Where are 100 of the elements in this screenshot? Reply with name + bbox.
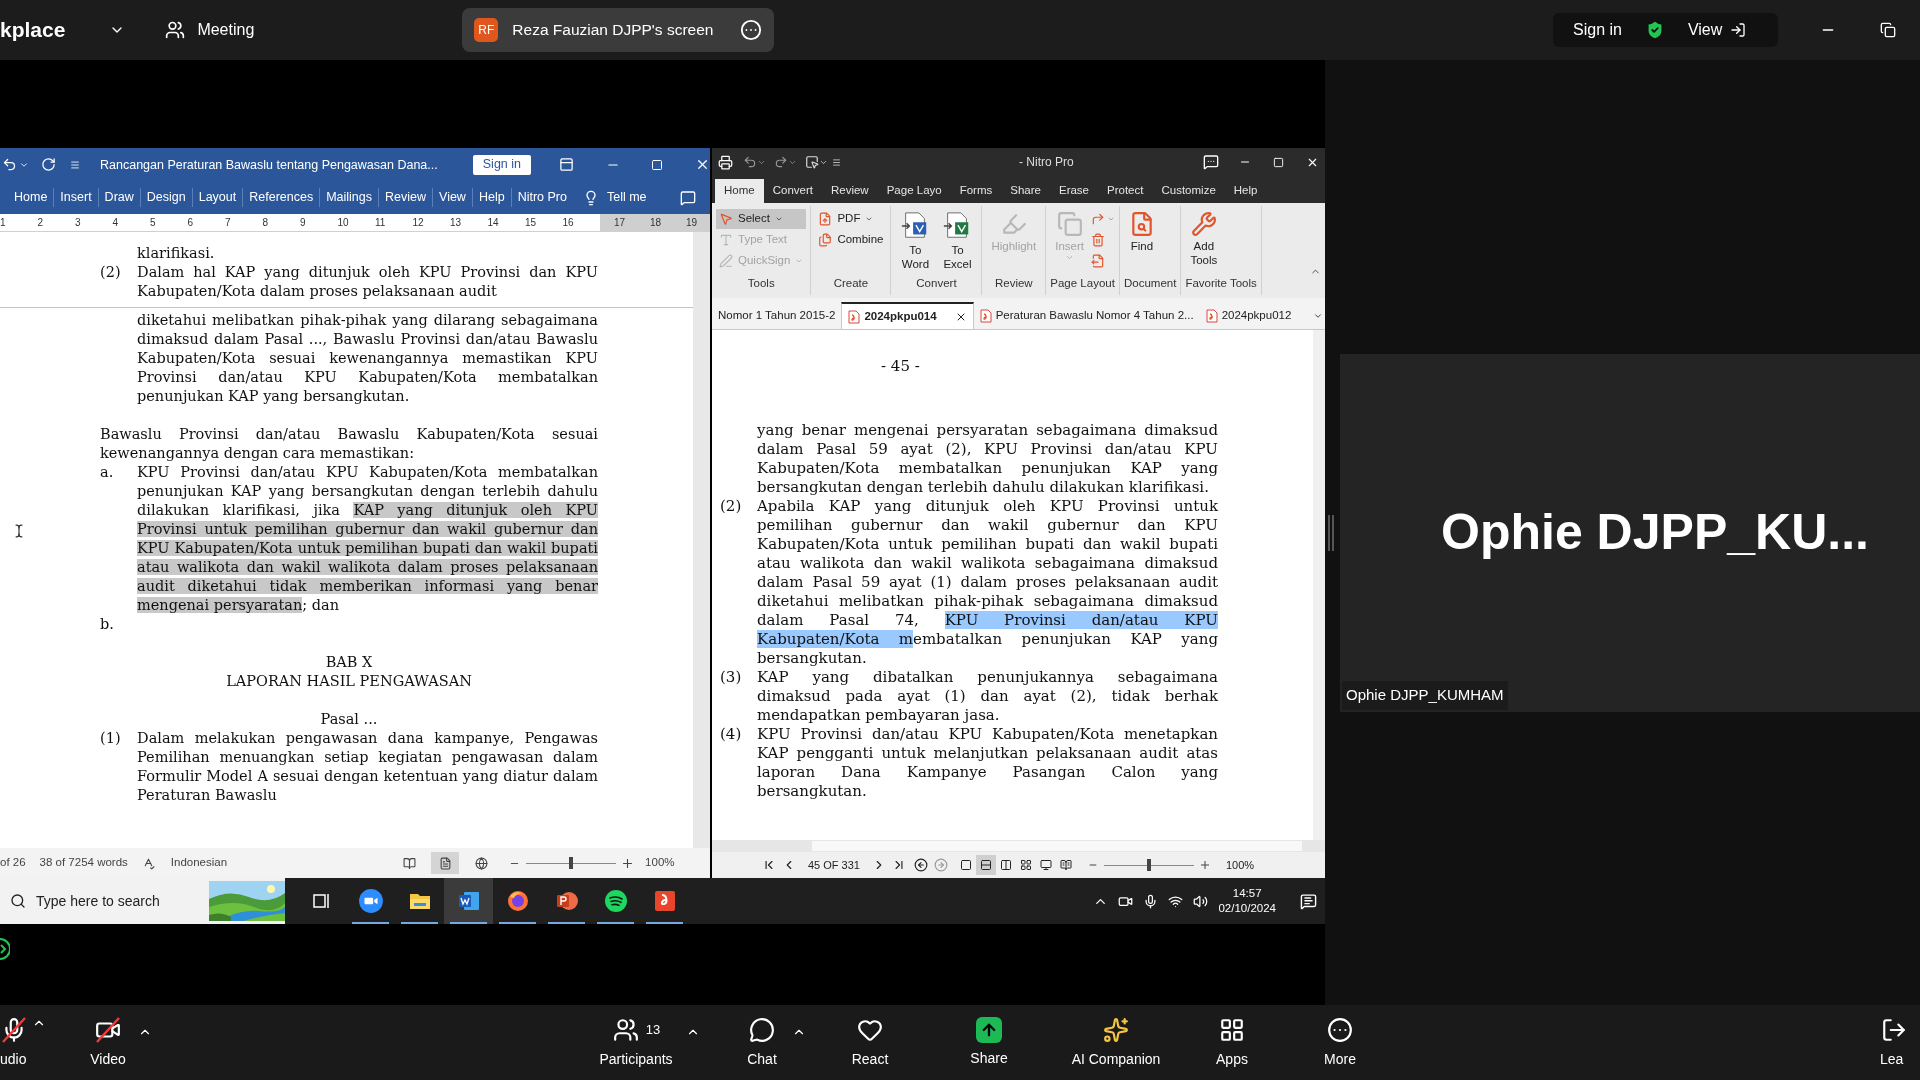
toolbar-button[interactable]: Video <box>82 1015 134 1070</box>
resize-handle[interactable] <box>1328 514 1334 551</box>
maximize-icon[interactable] <box>1273 156 1284 168</box>
clock-time[interactable]: 14:57 <box>1232 886 1262 901</box>
toolbar-button[interactable]: udio <box>0 1015 28 1070</box>
ribbon-tab[interactable]: Draw <box>98 188 140 207</box>
restore-icon[interactable] <box>1880 22 1896 38</box>
ribbon-tab[interactable]: Help <box>472 188 511 207</box>
zoom-in-icon[interactable] <box>622 857 634 869</box>
toolbar-button[interactable]: 13 Participants <box>590 1015 682 1070</box>
toolbar-button[interactable]: Chat <box>736 1015 788 1070</box>
tab-list-icon[interactable] <box>1313 311 1323 321</box>
tell-me-link[interactable]: Tell me <box>606 188 647 207</box>
ruler-number: 5 <box>150 217 156 228</box>
toolbar-button[interactable]: React <box>835 1015 905 1070</box>
close-icon[interactable] <box>695 157 710 172</box>
zoom-percent[interactable]: 100% <box>645 854 675 872</box>
ribbon-tab[interactable]: Review <box>821 179 878 203</box>
microphone-icon[interactable] <box>1143 893 1159 909</box>
sign-in-link[interactable]: Sign in <box>1573 18 1622 42</box>
ribbon-tab[interactable]: Review <box>379 188 433 207</box>
zoom-percent[interactable]: 100% <box>1226 856 1255 874</box>
back-icon[interactable] <box>914 858 928 872</box>
first-page-icon[interactable] <box>762 858 776 872</box>
comments-icon[interactable] <box>680 189 696 206</box>
slider-thumb[interactable] <box>1147 859 1151 871</box>
zoom-slider[interactable] <box>526 857 617 869</box>
maximize-icon[interactable] <box>651 158 663 171</box>
list-marker: (1) <box>100 729 122 748</box>
people-icon[interactable] <box>165 20 186 40</box>
view-icon[interactable] <box>1730 22 1747 38</box>
zoom-slider[interactable] <box>1104 859 1194 871</box>
printer-icon[interactable] <box>718 154 733 170</box>
ribbon-tab[interactable]: References <box>243 188 320 207</box>
ribbon-tab[interactable]: Design <box>140 188 192 207</box>
document-tab[interactable]: Nomor 1 Tahun 2015-2 <box>712 302 842 329</box>
ribbon-tab[interactable]: Share <box>1001 179 1050 203</box>
select-icon[interactable] <box>805 155 819 169</box>
page-indicator[interactable]: 45 OF 331 <box>808 856 860 874</box>
ribbon-button[interactable]: Combine <box>815 230 887 250</box>
last-page-icon[interactable] <box>892 858 906 872</box>
ribbon-tab[interactable]: Page Layo <box>877 179 951 203</box>
redo-icon[interactable] <box>774 155 788 169</box>
ribbon-button[interactable]: Add Tools <box>1185 209 1223 267</box>
ribbon-tab[interactable]: Protect <box>1098 179 1153 203</box>
list-item-text: Apabila KAP yang ditunjuk oleh KPU Provinsi untuk pemilihan gubernur dan wakil gubernur dan KPU Kabupaten/Kota untuk pemilihan bupati dan wakil bupati atau walikota dan wakil walikota sebagaimana dimaksud dalam Pasal 59 ayat (1) dalam proses pelaksanaan audit diketahui melibatkan pihak-pihak sebagaimana dimaksud dalam Pasal 74, KPU Provinsi dan/atau KPU Kabupaten/Kota membatalkan penunjukan KAP yang bersangkutan. <box>757 497 1218 668</box>
ruler-number: 12 <box>412 217 424 228</box>
list-marker: (4) <box>720 725 743 745</box>
ribbon-tab[interactable]: View <box>433 188 472 207</box>
ribbon-tab[interactable]: Help <box>1224 179 1267 203</box>
ribbon-button[interactable]: Find <box>1123 209 1160 253</box>
language-label[interactable]: Indonesian <box>170 854 228 872</box>
ribbon-button[interactable]: PDF <box>815 209 887 229</box>
toolbar-button[interactable]: Apps <box>1197 1015 1267 1070</box>
comment-icon[interactable] <box>1203 154 1219 170</box>
ribbon-button[interactable]: To Excel <box>937 209 978 271</box>
volume-icon[interactable] <box>1193 893 1209 909</box>
document-tab[interactable]: Peraturan Bawaslu Nomor 4 Tahun 2... <box>973 302 1200 329</box>
zoom-in-icon[interactable] <box>1200 860 1210 870</box>
ribbon-tab[interactable]: Forms <box>950 179 1002 203</box>
ribbon-tab[interactable]: Mailings <box>320 188 379 207</box>
ribbon-button[interactable]: Select <box>716 209 807 229</box>
ribbon-display-icon[interactable] <box>559 157 574 172</box>
meeting-menu[interactable]: Meeting <box>197 18 255 42</box>
group-label: Create <box>832 275 870 291</box>
sign-in-button[interactable]: Sign in <box>472 154 531 175</box>
view-mode-button[interactable] <box>976 855 996 875</box>
more-icon[interactable] <box>740 19 763 41</box>
share-status-pill[interactable]: RF Reza Fauzian DJPP's screen <box>462 8 775 52</box>
document-tab[interactable]: 2024pkpu012 <box>1199 302 1298 329</box>
toolbar-button[interactable]: AI Companion <box>1061 1015 1171 1070</box>
ribbon-tab[interactable]: Home <box>715 179 764 203</box>
redo-icon[interactable] <box>41 157 56 172</box>
undo-icon[interactable] <box>2 157 17 172</box>
clock-date[interactable]: 02/10/2024 <box>1218 901 1276 916</box>
ribbon-tab[interactable]: Customize <box>1152 179 1225 203</box>
word-count[interactable]: 38 of 7254 words <box>39 854 128 872</box>
view-menu[interactable]: View <box>1687 18 1723 42</box>
notification-icon[interactable] <box>1300 892 1317 910</box>
ribbon-tab[interactable]: Erase <box>1049 179 1098 203</box>
toolbar-button[interactable]: Share <box>954 1016 1024 1069</box>
undo-icon[interactable] <box>743 155 757 169</box>
toolbar-button[interactable]: Lea <box>1880 1015 1920 1070</box>
rotate-icon <box>1090 212 1105 226</box>
ribbon-button[interactable]: To Word <box>895 209 936 271</box>
document-tab[interactable]: 2024pkpu014 <box>841 302 974 329</box>
heading: Pasal ... <box>319 710 379 729</box>
ribbon-tab[interactable]: Convert <box>763 179 822 203</box>
toolbar-button[interactable]: More <box>1305 1015 1375 1070</box>
customize-icon[interactable] <box>832 157 841 167</box>
wifi-icon[interactable] <box>1168 893 1184 909</box>
ribbon-tab[interactable]: Layout <box>192 188 243 207</box>
ribbon-tab[interactable]: Insert <box>54 188 98 207</box>
ribbon-tab[interactable]: Home <box>8 188 54 207</box>
ribbon-tab[interactable]: Nitro Pro <box>511 188 573 207</box>
search-field[interactable]: Type here to search <box>36 890 166 912</box>
task-view-icon <box>311 891 332 911</box>
customize-icon[interactable] <box>70 159 80 170</box>
slider-thumb[interactable] <box>569 857 574 869</box>
text-icon <box>719 233 733 247</box>
